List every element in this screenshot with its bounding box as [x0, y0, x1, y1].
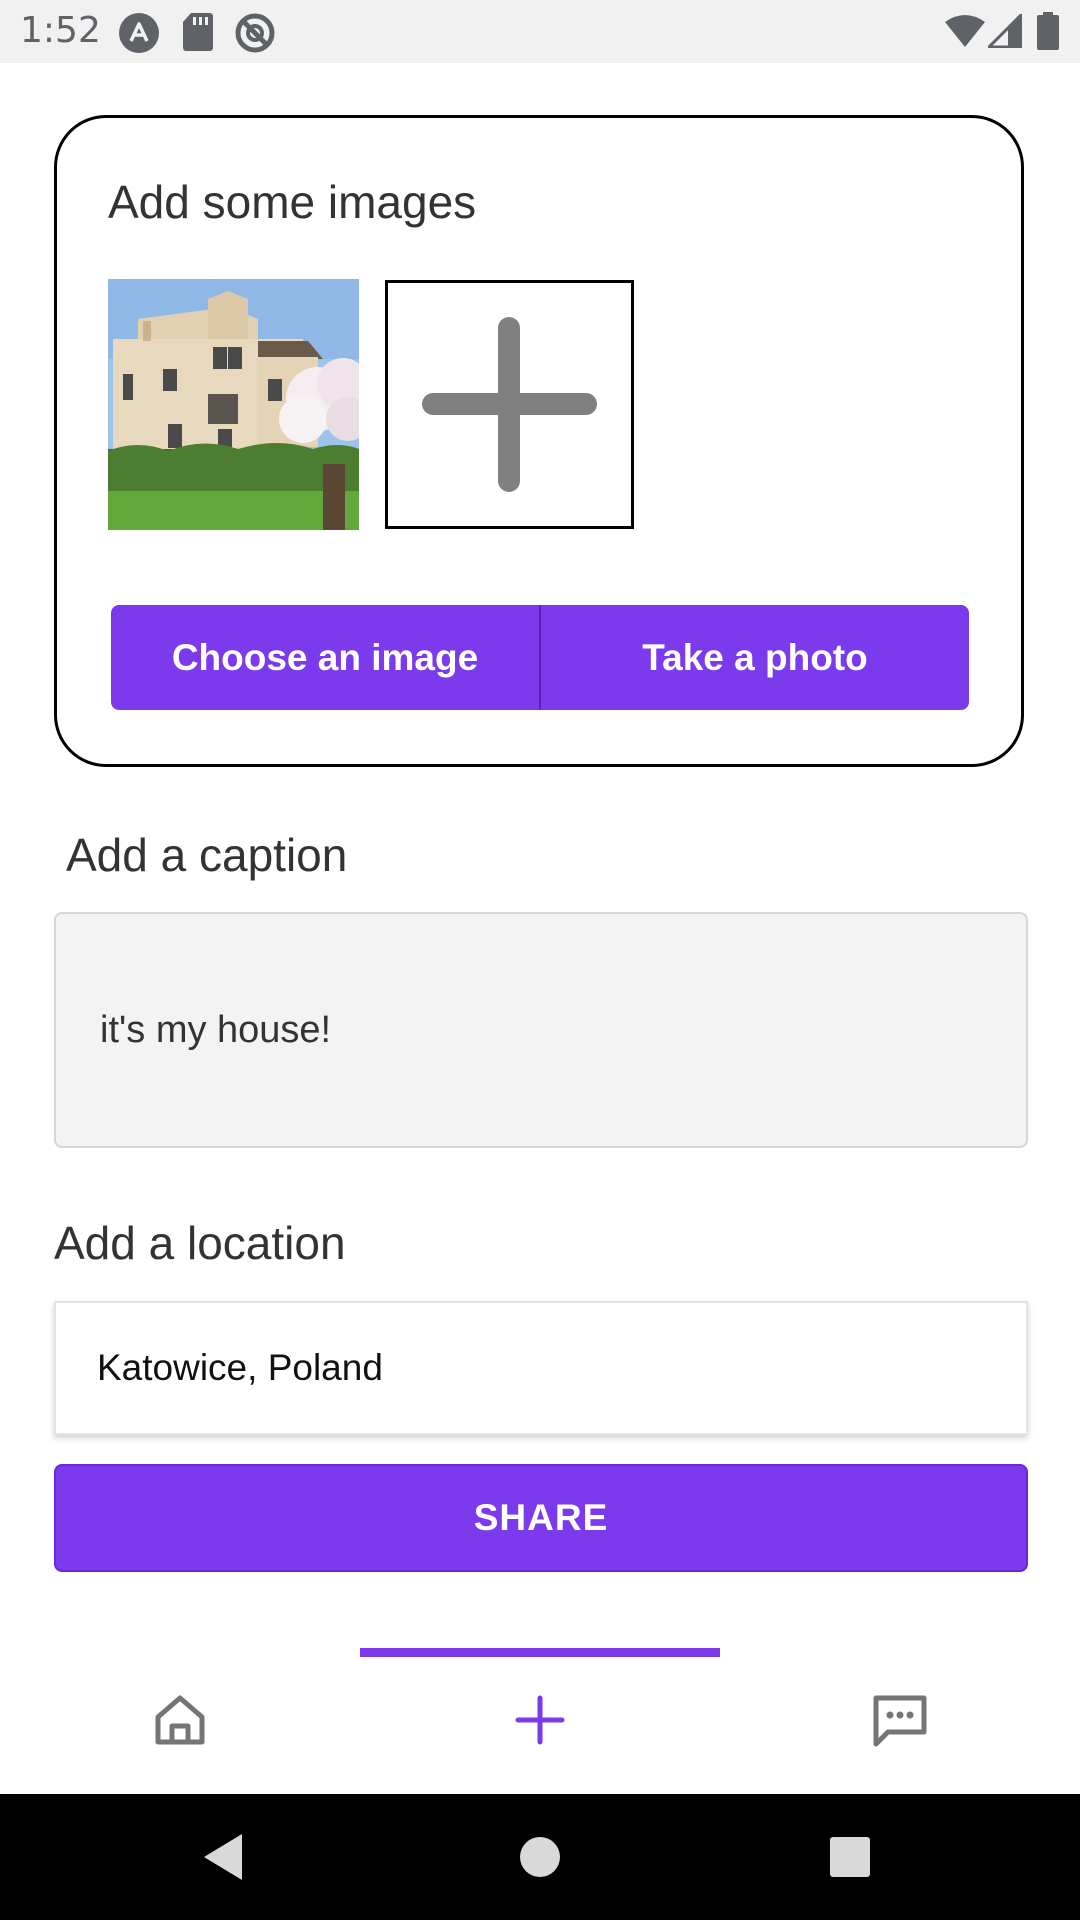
location-title: Add a location	[54, 1217, 346, 1269]
take-photo-button[interactable]: Take a photo	[539, 605, 969, 710]
caption-value: it's my house!	[100, 1008, 332, 1051]
status-time: 1:52	[20, 10, 101, 51]
wifi-icon	[945, 15, 985, 47]
signal-icon	[988, 14, 1022, 48]
no-sync-icon	[235, 13, 275, 53]
plus-icon	[515, 1695, 565, 1745]
tab-messages[interactable]	[870, 1690, 930, 1750]
tab-home[interactable]	[150, 1690, 210, 1750]
back-icon[interactable]	[190, 1822, 260, 1892]
location-input[interactable]: Katowice, Poland	[54, 1301, 1028, 1435]
status-bar: 1:52	[0, 0, 1080, 63]
house-photo	[108, 279, 359, 530]
caption-title: Add a caption	[66, 829, 348, 881]
image-source-buttons: Choose an image Take a photo	[111, 605, 969, 710]
tab-add[interactable]	[510, 1690, 570, 1750]
home-circle-icon[interactable]	[505, 1822, 575, 1892]
chat-icon	[873, 1695, 927, 1747]
home-icon	[155, 1695, 205, 1745]
choose-image-button[interactable]: Choose an image	[111, 605, 539, 710]
system-nav-bar	[0, 1794, 1080, 1920]
location-value: Katowice, Poland	[97, 1347, 383, 1388]
house-photo-thumbnail[interactable]	[108, 279, 359, 530]
sd-card-icon	[183, 13, 213, 51]
active-tab-indicator	[360, 1648, 720, 1657]
share-button[interactable]: SHARE	[54, 1464, 1028, 1572]
recents-icon[interactable]	[815, 1822, 885, 1892]
caption-input[interactable]: it's my house!	[54, 912, 1028, 1148]
plus-icon	[422, 317, 597, 492]
images-card-title: Add some images	[108, 176, 477, 228]
add-image-button[interactable]	[385, 280, 634, 529]
battery-icon	[1037, 12, 1059, 50]
app-a-icon	[119, 13, 159, 53]
